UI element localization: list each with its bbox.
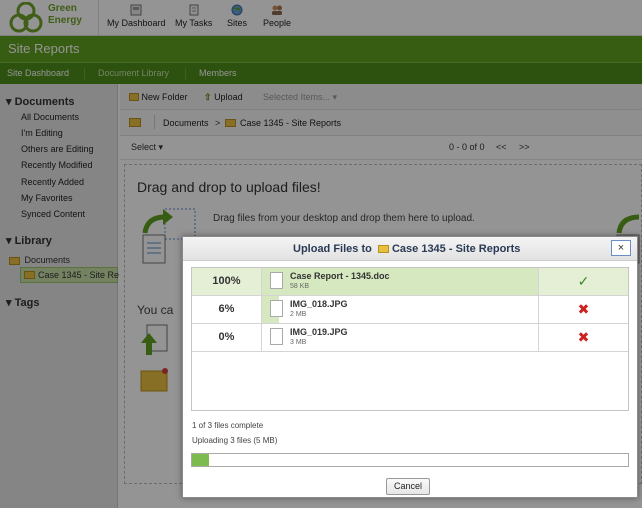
file-percent: 6% (192, 296, 262, 323)
close-button[interactable]: × (611, 240, 631, 256)
upload-dialog-titlebar[interactable]: Upload Files to Case 1345 - Site Reports… (183, 237, 637, 261)
files-complete-status: 1 of 3 files complete (192, 421, 264, 430)
upload-complete-check-icon: ✓ (538, 268, 628, 295)
image-file-icon (270, 328, 283, 345)
upload-dialog-title-folder: Case 1345 - Site Reports (391, 243, 521, 255)
upload-dialog-title: Upload Files to Case 1345 - Site Reports (293, 243, 520, 255)
document-file-icon (270, 272, 283, 289)
file-percent: 0% (192, 324, 262, 351)
file-name: IMG_018.JPG (290, 299, 348, 309)
upload-file-row: 6% IMG_018.JPG 2 MB ✖ (192, 296, 628, 324)
image-file-icon (270, 300, 283, 317)
file-name: Case Report - 1345.doc (290, 271, 390, 281)
file-size: 3 MB (290, 339, 307, 346)
total-progress-bar (191, 453, 629, 467)
upload-dialog: Upload Files to Case 1345 - Site Reports… (182, 236, 638, 498)
upload-failed-x-icon: ✖ (538, 296, 628, 323)
upload-file-row: 100% Case Report - 1345.doc 58 KB ✓ (192, 268, 628, 296)
cancel-button[interactable]: Cancel (386, 478, 430, 495)
file-percent: 100% (192, 268, 262, 295)
folder-icon (377, 245, 389, 253)
total-progress-fill (192, 454, 210, 466)
uploading-status: Uploading 3 files (5 MB) (192, 436, 278, 445)
file-name: IMG_019.JPG (290, 327, 348, 337)
file-size: 58 KB (290, 283, 310, 290)
upload-file-row: 0% IMG_019.JPG 3 MB ✖ (192, 324, 628, 352)
upload-failed-x-icon: ✖ (538, 324, 628, 351)
upload-file-list: 100% Case Report - 1345.doc 58 KB ✓ 6% I… (191, 267, 629, 411)
upload-dialog-title-prefix: Upload Files to (293, 243, 372, 255)
file-size: 2 MB (290, 311, 307, 318)
